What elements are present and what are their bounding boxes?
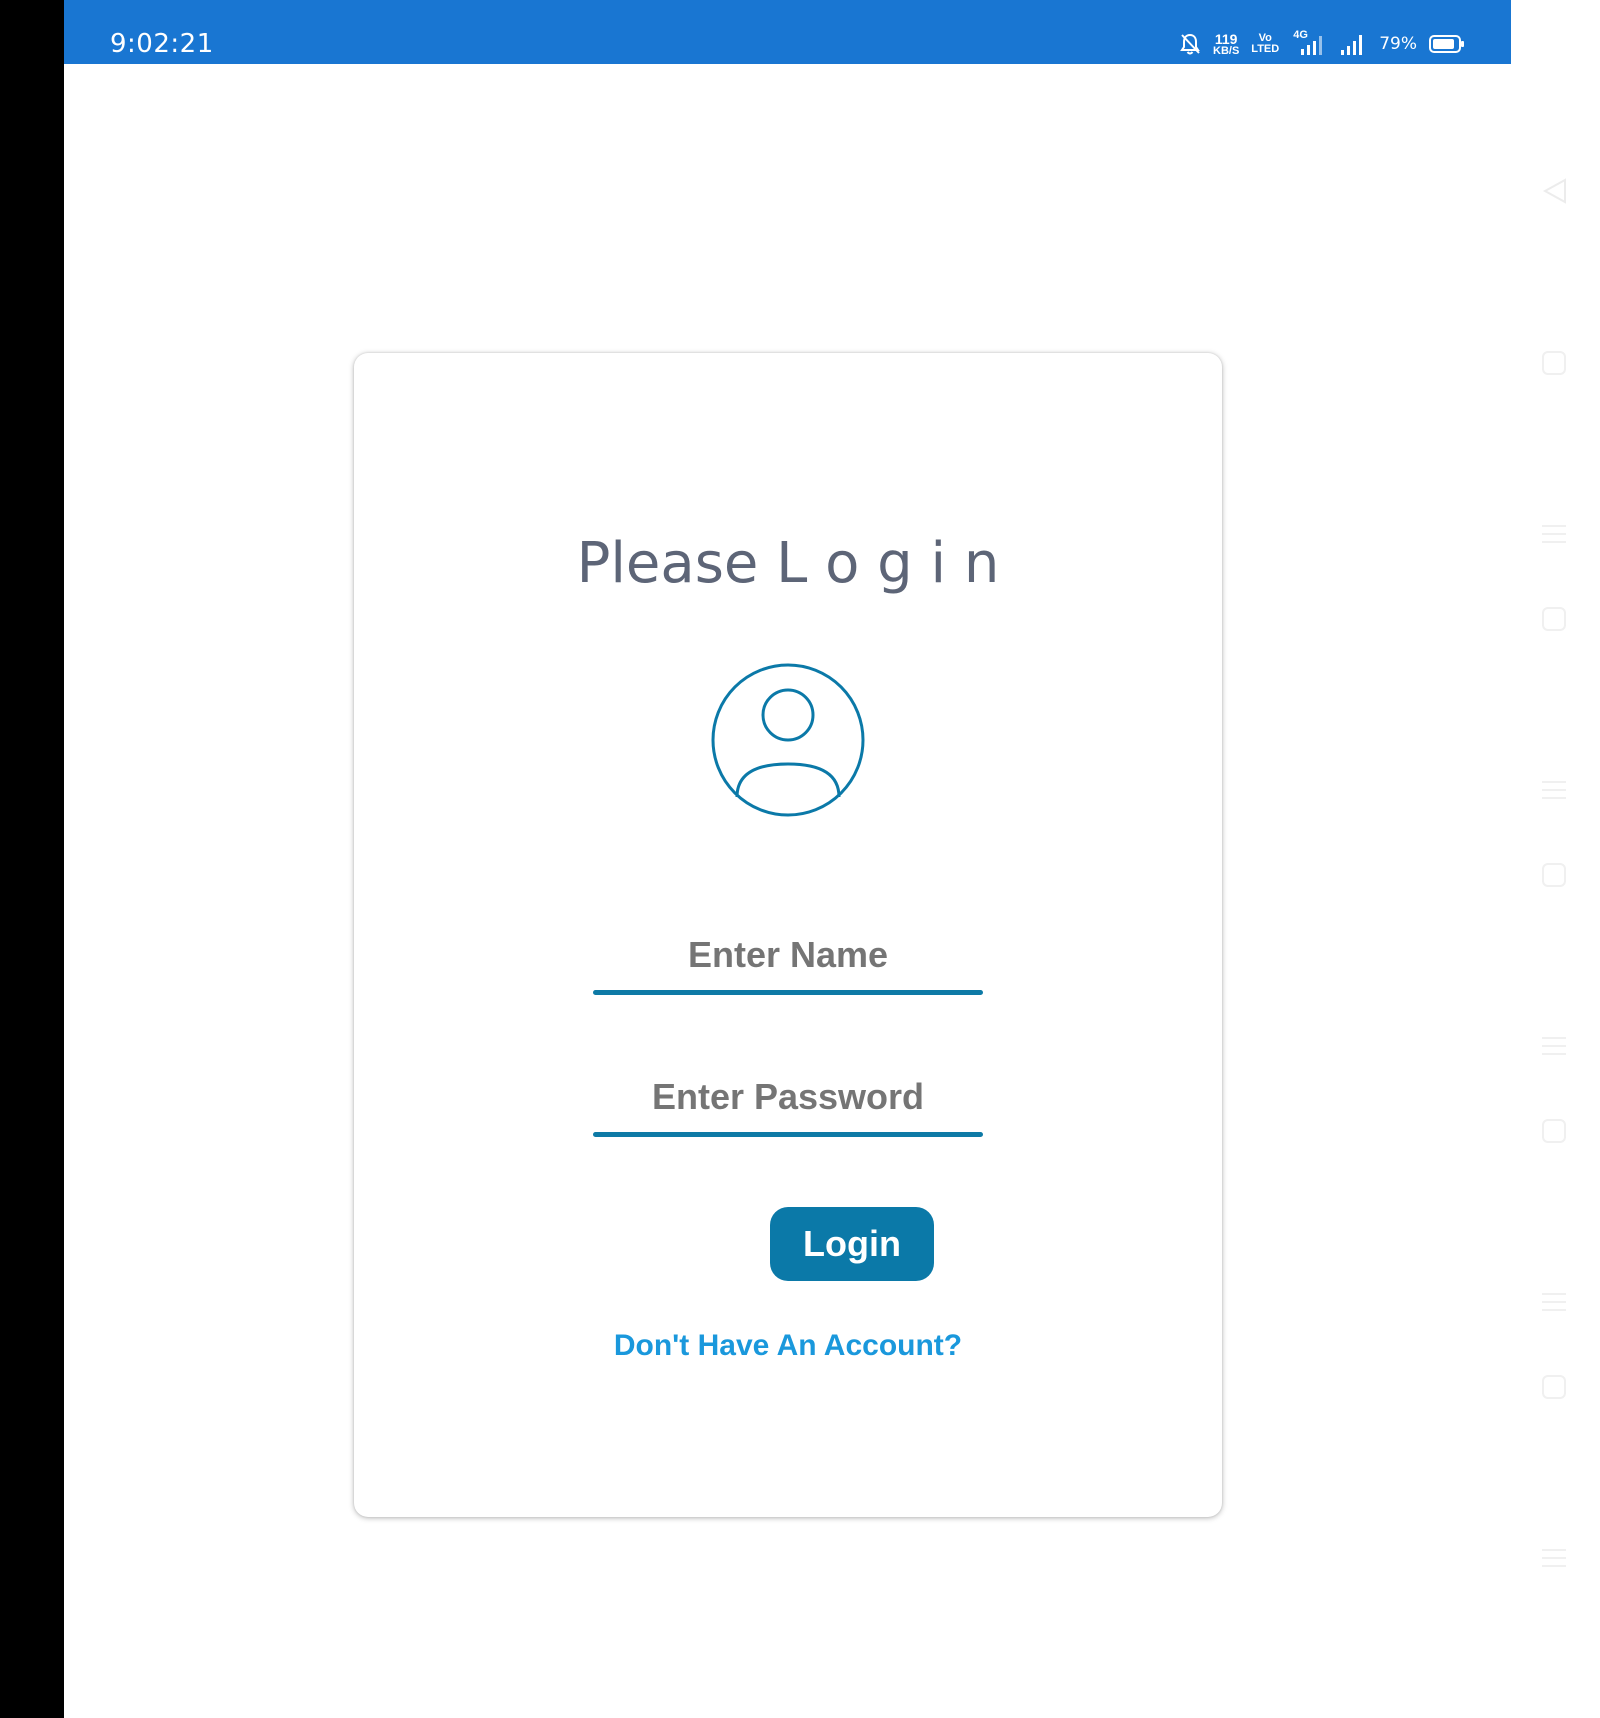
- menu-lines-icon: [1542, 1037, 1566, 1055]
- app-screen: 9:02:21 119 KB/S Vo LTED 4G 79% Please L…: [64, 0, 1511, 1718]
- menu-lines-icon: [1542, 1293, 1566, 1311]
- battery-icon: [1429, 35, 1464, 53]
- signal-bars-icon: [1301, 36, 1323, 55]
- back-triangle-icon: [1542, 178, 1566, 204]
- status-time: 9:02:21: [110, 29, 214, 59]
- network-speed-unit: KB/S: [1213, 45, 1240, 57]
- menu-lines-icon: [1542, 525, 1566, 543]
- battery-percent: 79%: [1379, 34, 1417, 54]
- device-bezel: [0, 0, 64, 1718]
- status-icons: 119 KB/S Vo LTED 4G 79%: [1179, 29, 1465, 58]
- login-title: Please L o g i n: [576, 531, 1000, 596]
- network-speed-value: 119: [1214, 31, 1238, 47]
- ghost-navigation-strip: [1511, 0, 1600, 1718]
- bell-muted-icon: [1180, 33, 1200, 55]
- square-icon: [1542, 1119, 1566, 1143]
- name-input-underline: [593, 990, 983, 995]
- name-field-container: [593, 925, 983, 995]
- cellular-signal-icon: [1341, 35, 1363, 55]
- volte-indicator: Vo LTED: [1251, 33, 1279, 55]
- password-input[interactable]: [593, 1067, 983, 1127]
- login-card: Please L o g i n Login Don't Have An Acc…: [354, 353, 1222, 1517]
- login-button[interactable]: Login: [770, 1207, 934, 1281]
- signup-link[interactable]: Don't Have An Account?: [354, 1329, 1222, 1363]
- status-bar: 9:02:21 119 KB/S Vo LTED 4G 79%: [64, 0, 1511, 64]
- network-speed-indicator: 119 KB/S: [1213, 31, 1240, 57]
- account-circle-icon: [711, 663, 865, 817]
- square-icon: [1542, 351, 1566, 375]
- square-icon: [1542, 863, 1566, 887]
- name-input[interactable]: [593, 925, 983, 985]
- menu-lines-icon: [1542, 781, 1566, 799]
- volte-bottom-label: LTED: [1251, 43, 1280, 55]
- password-field-container: [593, 1067, 983, 1137]
- menu-lines-icon: [1542, 1549, 1566, 1567]
- square-icon: [1542, 607, 1566, 631]
- mobile-data-indicator: 4G: [1291, 29, 1327, 57]
- password-input-underline: [593, 1132, 983, 1137]
- square-icon: [1542, 1375, 1566, 1399]
